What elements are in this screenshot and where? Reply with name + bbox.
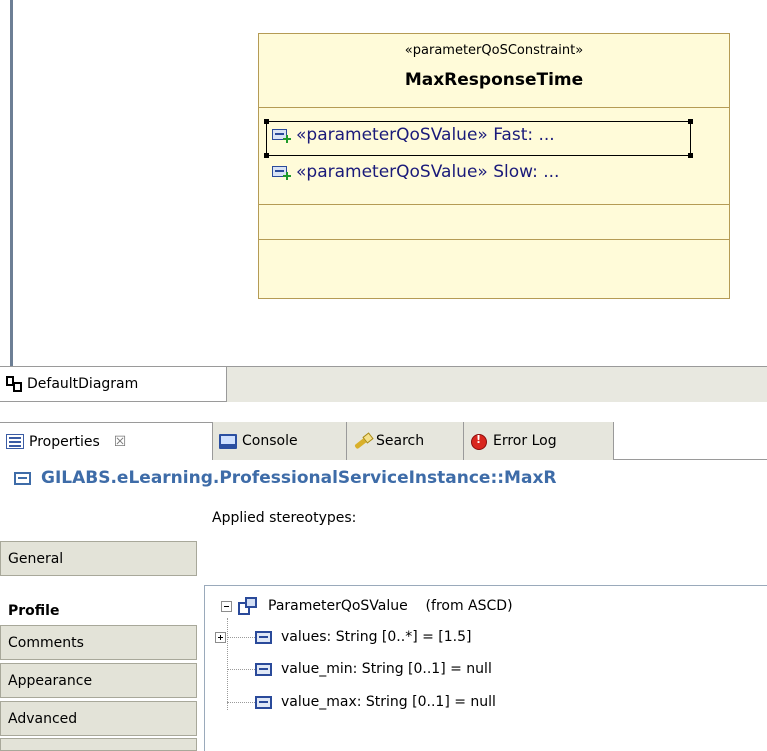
attribute-row-fast[interactable]: «parameterQoSValue» Fast: ... [271,124,555,146]
side-tab-appearance[interactable]: Appearance [0,663,197,698]
side-tab-general[interactable]: General [0,541,197,576]
tab-error-log[interactable]: Error Log [464,422,614,460]
tree-connector [227,618,228,710]
stereotype-icon [238,596,258,616]
diagram-tab-label: DefaultDiagram [27,376,139,392]
side-tab-profile[interactable]: Profile [0,593,197,628]
tab-default-diagram[interactable]: DefaultDiagram [0,367,227,402]
properties-side-tabs: General Profile Comments Appearance Adva… [0,497,197,751]
error-log-icon [470,433,488,450]
views-tab-bar: Properties ☒ Console Search Error Log [0,422,767,460]
attribute-icon [14,471,31,485]
selected-element-title: GILABS.eLearning.ProfessionalServiceInst… [0,460,767,496]
canvas-left-border [10,0,13,366]
resize-handle[interactable] [264,153,269,158]
search-icon [353,434,371,449]
tree-node-label: ParameterQoSValue (from ASCD) [268,598,513,614]
tree-node-label: value_min: String [0..1] = null [281,661,492,677]
tab-label: Properties [29,433,100,450]
properties-icon [6,434,24,449]
tree-node-values[interactable]: values: String [0..*] = [1.5] [215,626,472,648]
diagram-icon [6,376,24,392]
element-title-text: GILABS.eLearning.ProfessionalServiceInst… [41,468,557,488]
attribute-label: «parameterQoSValue» Slow: ... [296,162,560,182]
resize-handle[interactable] [688,153,693,158]
tree-node-value-min[interactable]: value_min: String [0..1] = null [255,658,492,680]
expand-icon[interactable] [215,631,226,643]
side-tab-comments[interactable]: Comments [0,625,197,660]
stereotype-tree[interactable]: ParameterQoSValue (from ASCD) values: St… [204,585,767,751]
tree-connector [227,669,255,670]
attribute-label: «parameterQoSValue» Fast: ... [296,125,555,145]
side-tab-advanced[interactable]: Advanced [0,701,197,736]
attribute-row-slow[interactable]: «parameterQoSValue» Slow: ... [271,161,559,183]
tab-console[interactable]: Console [213,422,347,460]
console-icon [219,433,237,449]
tab-label: Error Log [493,433,557,449]
element-name[interactable]: MaxResponseTime [259,70,729,90]
tree-node-stereotype[interactable]: ParameterQoSValue (from ASCD) [221,595,513,617]
applied-stereotypes-label: Applied stereotypes: [212,510,357,526]
tree-node-value-max[interactable]: value_max: String [0..1] = null [255,691,496,713]
compartment-divider [259,107,729,108]
element-stereotype: «parameterQoSConstraint» [404,43,584,58]
tab-label: Console [242,433,298,449]
tree-connector [227,702,255,703]
compartment-divider [259,239,729,240]
compartment-divider [259,204,729,205]
tree-node-label: value_max: String [0..1] = null [281,694,496,710]
resize-handle[interactable] [688,119,693,124]
tab-label: Search [376,433,425,449]
resize-handle[interactable] [264,119,269,124]
close-icon[interactable]: ☒ [114,434,127,450]
attribute-add-icon [271,128,291,143]
tab-search[interactable]: Search [347,422,464,460]
property-icon [255,630,272,644]
property-icon [255,662,272,676]
tree-connector [227,637,255,638]
tab-properties[interactable]: Properties ☒ [0,422,213,460]
attribute-add-icon [271,165,291,180]
side-tab-overflow [0,738,197,751]
property-icon [255,695,272,709]
tree-node-label: values: String [0..*] = [1.5] [281,629,472,645]
diagram-canvas[interactable]: «parameterQoSConstraint» MaxResponseTime… [0,0,767,366]
diagram-tab-bar: DefaultDiagram [0,366,767,402]
constraint-element[interactable]: «parameterQoSConstraint» MaxResponseTime… [258,33,730,299]
collapse-icon[interactable] [221,600,232,612]
